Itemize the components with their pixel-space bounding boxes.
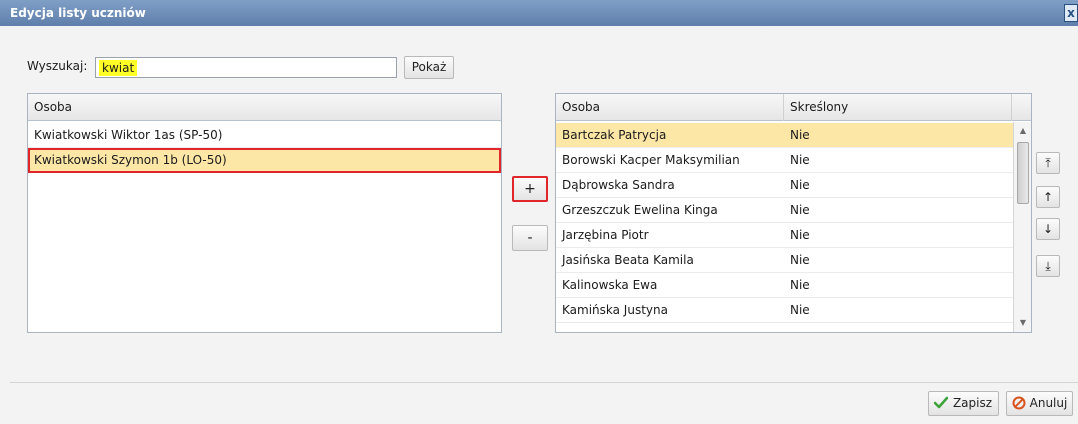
student-row[interactable]: Bartczak Patrycja Nie (556, 123, 1013, 148)
student-struck: Nie (790, 178, 810, 192)
dialog-title: Edycja listy uczniów (10, 6, 146, 20)
student-struck: Nie (790, 203, 810, 217)
student-list-header: Osoba Skreślony (556, 94, 1031, 121)
header-osoba[interactable]: Osoba (28, 94, 501, 121)
student-row[interactable]: Borowski Kacper Maksymilian Nie (556, 148, 1013, 173)
student-name: Bartczak Patrycja (562, 128, 667, 142)
search-label: Wyszukaj: (27, 59, 88, 73)
cancel-icon (1012, 396, 1026, 410)
student-row[interactable]: Jarzębina Piotr Nie (556, 223, 1013, 248)
scroll-down-icon[interactable]: ▼ (1014, 316, 1032, 330)
header-skreslony[interactable]: Skreślony (784, 94, 1012, 121)
result-name: Kwiatkowski Wiktor 1as (SP-50) (34, 128, 223, 142)
search-results-grid: Osoba Kwiatkowski Wiktor 1as (SP-50) Kwi… (27, 93, 502, 333)
footer-divider (10, 382, 1078, 383)
close-button[interactable]: x (1064, 4, 1078, 22)
student-name: Jasińska Beata Kamila (562, 253, 694, 267)
remove-button[interactable]: - (512, 225, 548, 251)
student-struck: Nie (790, 303, 810, 317)
move-up-button[interactable]: ↑ (1036, 186, 1060, 208)
student-struck: Nie (790, 153, 810, 167)
student-row[interactable]: Dąbrowska Sandra Nie (556, 173, 1013, 198)
save-button[interactable]: Zapisz (928, 391, 999, 416)
add-button[interactable]: + (512, 176, 548, 202)
student-list-grid: Osoba Skreślony Bartczak Patrycja Nie Bo… (555, 93, 1032, 333)
move-down-button[interactable]: ↓ (1036, 218, 1060, 240)
student-name: Kalinowska Ewa (562, 278, 658, 292)
student-struck: Nie (790, 253, 810, 267)
search-input[interactable] (95, 57, 397, 78)
student-row[interactable]: Jasińska Beata Kamila Nie (556, 248, 1013, 273)
search-results-header: Osoba (28, 94, 501, 121)
student-row[interactable]: Kamińska Justyna Nie (556, 298, 1013, 323)
show-button[interactable]: Pokaż (404, 56, 454, 79)
header-osoba[interactable]: Osoba (556, 94, 784, 121)
result-row[interactable]: Kwiatkowski Wiktor 1as (SP-50) (28, 123, 501, 148)
student-row[interactable]: Grzeszczuk Ewelina Kinga Nie (556, 198, 1013, 223)
save-label: Zapisz (952, 396, 993, 410)
check-icon (934, 396, 948, 409)
student-name: Dąbrowska Sandra (562, 178, 675, 192)
student-name: Borowski Kacper Maksymilian (562, 153, 740, 167)
result-name: Kwiatkowski Szymon 1b (LO-50) (34, 153, 227, 167)
student-struck: Nie (790, 228, 810, 242)
student-name: Kamińska Justyna (562, 303, 668, 317)
student-struck: Nie (790, 278, 810, 292)
student-name: Jarzębina Piotr (562, 228, 649, 242)
scroll-up-icon[interactable]: ▲ (1014, 124, 1032, 138)
student-list-scrollbar[interactable]: ▲ ▼ (1013, 122, 1031, 332)
student-struck: Nie (790, 128, 810, 142)
student-row[interactable]: Kalinowska Ewa Nie (556, 273, 1013, 298)
move-to-top-button[interactable]: ⤒ (1036, 152, 1060, 174)
scroll-thumb[interactable] (1017, 142, 1029, 204)
move-to-bottom-button[interactable]: ⤓ (1036, 255, 1060, 277)
cancel-button[interactable]: Anuluj (1006, 391, 1073, 416)
student-name: Grzeszczuk Ewelina Kinga (562, 203, 718, 217)
cancel-label: Anuluj (1029, 396, 1068, 410)
result-row-selected[interactable]: Kwiatkowski Szymon 1b (LO-50) (28, 148, 501, 173)
dialog-title-bar: Edycja listy uczniów (0, 0, 1078, 26)
search-value: kwiat (99, 60, 138, 76)
